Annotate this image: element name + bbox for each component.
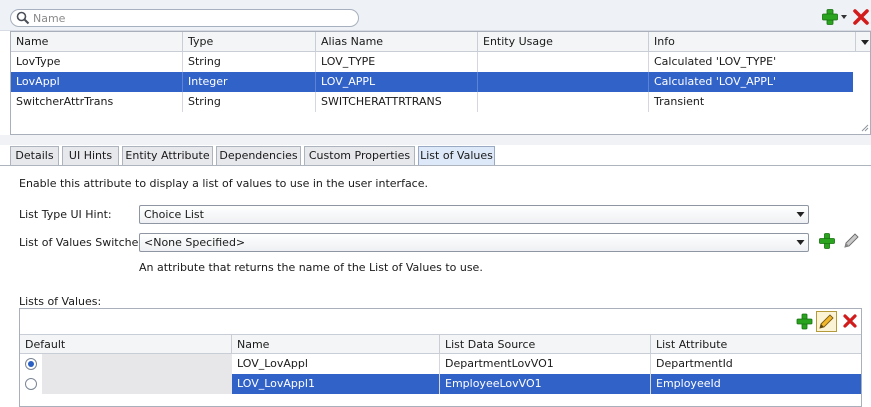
cell-list-attribute: EmployeeId [656,377,721,390]
attributes-table-header: Name Type Alias Name Entity Usage Info [11,32,870,52]
table-row[interactable]: LovType String LOV_TYPE Calculated 'LOV_… [11,52,853,72]
delete-lov-button[interactable] [842,313,858,329]
tab-entity-attribute[interactable]: Entity Attribute [122,146,213,166]
cell-info: Calculated 'LOV_APPL' [654,75,777,88]
cell-alias-name: LOV_TYPE [316,52,478,72]
cell-default [20,374,232,394]
lists-of-values-label: Lists of Values: [19,295,102,308]
column-header-entity-usage[interactable]: Entity Usage [478,32,649,52]
cell-info: Transient [654,95,705,108]
cell-entity-usage [478,52,649,72]
cell-type: Integer [183,72,316,92]
cell-name: LovAppl [11,72,183,92]
cell-entity-usage [478,72,649,92]
search-icon [16,11,30,25]
cell-type: String [183,92,316,112]
resize-grip-icon[interactable] [861,124,869,132]
cell-entity-usage [478,92,649,112]
add-attribute-button[interactable] [820,8,840,26]
list-type-select[interactable]: Choice List [139,205,809,224]
lov-table-toolbar [20,309,861,334]
attribute-toolbar [0,0,871,31]
column-header-list-data-source[interactable]: List Data Source [440,335,651,355]
add-switcher-button[interactable] [818,232,836,250]
edit-lov-button[interactable] [816,311,837,332]
cell-lov-name: LOV_LovAppl1 [232,374,440,394]
default-radio[interactable] [25,378,37,390]
cell-info: Calculated 'LOV_TYPE' [654,55,777,68]
search-box[interactable] [10,9,359,27]
tab-details[interactable]: Details [10,146,59,166]
lov-table-header: Default Name List Data Source List Attri… [20,334,861,355]
column-header-lov-name[interactable]: Name [232,335,440,355]
cell-name: SwitcherAttrTrans [11,92,183,112]
switcher-hint: An attribute that returns the name of th… [139,261,483,274]
table-row[interactable]: SwitcherAttrTrans String SWITCHERATTRTRA… [11,92,853,112]
cell-alias-name: SWITCHERATTRTRANS [316,92,478,112]
switcher-label: List of Values Switcher: [19,236,147,249]
delete-attribute-button[interactable] [852,8,870,26]
attribute-tabs: Details UI Hints Entity Attribute Depend… [10,146,871,166]
list-type-value: Choice List [144,208,204,221]
lists-of-values-table: Default Name List Data Source List Attri… [19,308,862,407]
column-header-name[interactable]: Name [11,32,183,52]
cell-name: LovType [11,52,183,72]
chevron-down-icon [796,212,805,217]
column-menu-icon[interactable] [859,34,871,50]
column-header-list-attribute[interactable]: List Attribute [651,335,861,355]
chevron-down-icon[interactable] [840,12,848,22]
lov-description: Enable this attribute to display a list … [19,177,428,190]
switcher-select[interactable]: <None Specified> [139,233,809,252]
tab-divider [0,165,871,166]
column-header-default[interactable]: Default [20,335,232,355]
attributes-table: Name Type Alias Name Entity Usage Info L… [10,31,871,135]
table-row-selected[interactable]: LOV_LovAppl1 EmployeeLovVO1 EmployeeId [20,374,861,394]
cell-lov-name: LOV_LovAppl [232,354,440,374]
default-radio[interactable] [25,358,37,370]
cell-default [20,354,232,374]
cell-list-attribute: DepartmentId [656,357,733,370]
table-row-selected[interactable]: LovAppl Integer LOV_APPL Calculated 'LOV… [11,72,853,92]
column-header-type[interactable]: Type [183,32,316,52]
add-lov-button[interactable] [796,313,813,330]
edit-switcher-pencil-icon[interactable] [842,232,860,250]
cell-alias-name: LOV_APPL [316,72,478,92]
tab-list-of-values[interactable]: List of Values [418,146,495,166]
panel-splitter[interactable] [0,135,871,145]
tab-custom-properties[interactable]: Custom Properties [304,146,415,166]
cell-list-data-source: EmployeeLovVO1 [440,374,651,394]
column-header-alias-name[interactable]: Alias Name [316,32,478,52]
tab-ui-hints[interactable]: UI Hints [62,146,119,166]
chevron-down-icon [796,240,805,245]
tab-dependencies[interactable]: Dependencies [216,146,301,166]
search-input[interactable] [33,11,353,25]
cell-type: String [183,52,316,72]
table-row[interactable]: LOV_LovAppl DepartmentLovVO1 DepartmentI… [20,354,861,374]
list-type-label: List Type UI Hint: [19,208,112,221]
cell-list-data-source: DepartmentLovVO1 [440,354,651,374]
column-header-info[interactable]: Info [649,32,856,52]
switcher-value: <None Specified> [144,236,246,249]
